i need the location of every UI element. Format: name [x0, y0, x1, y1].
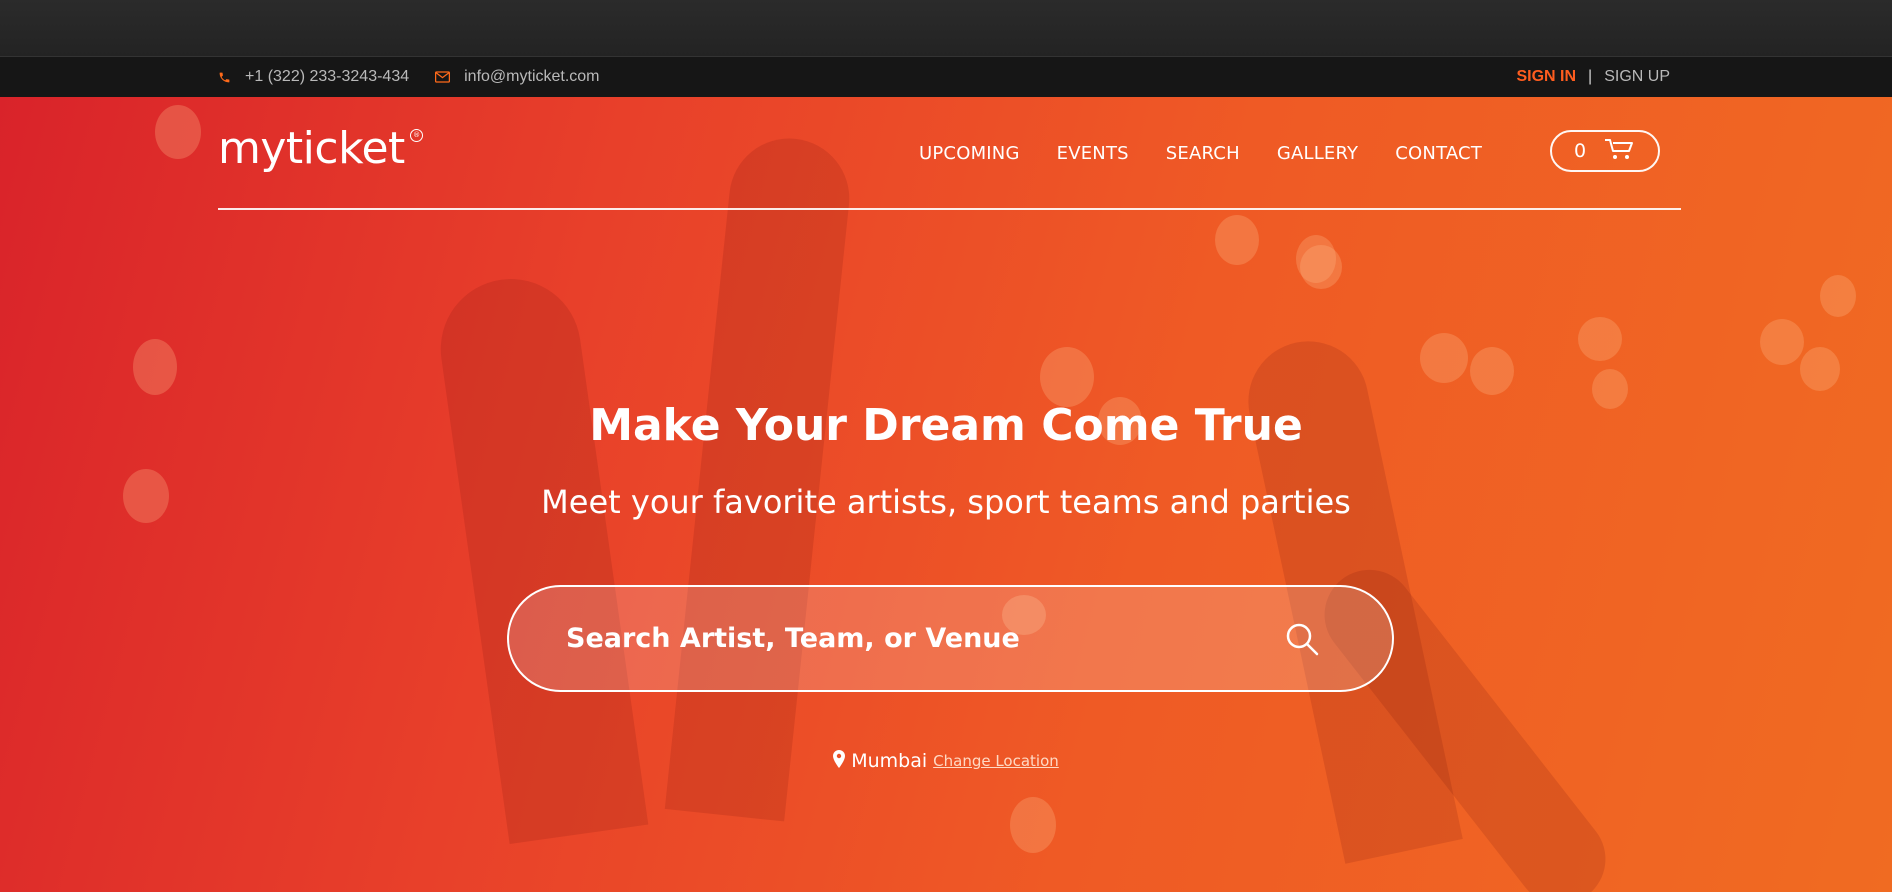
phone-number: +1 (322) 233-3243-434 — [245, 68, 410, 85]
top-contact-bar: +1 (322) 233-3243-434 info@myticket.com … — [0, 56, 1892, 97]
nav-gallery[interactable]: GALLERY — [1277, 143, 1358, 164]
crowd-silhouette — [664, 132, 856, 822]
hero-section: myticket ® UPCOMING EVENTS SEARCH GALLER… — [0, 97, 1892, 892]
hero-headline: Make Your Dream Come True — [589, 400, 1303, 451]
search-bar — [507, 585, 1394, 692]
sign-up-link[interactable]: SIGN UP — [1604, 68, 1670, 86]
current-city: Mumbai — [851, 750, 928, 772]
bokeh-light — [1040, 347, 1094, 407]
logo-text: myticket — [218, 123, 405, 174]
cart-button[interactable]: 0 — [1550, 130, 1660, 172]
auth-links: SIGN IN | SIGN UP — [1516, 57, 1670, 97]
email-contact[interactable]: info@myticket.com — [435, 68, 600, 86]
phone-contact[interactable]: +1 (322) 233-3243-434 — [218, 68, 409, 86]
nav-search[interactable]: SEARCH — [1166, 143, 1240, 164]
bokeh-light — [1215, 215, 1259, 265]
change-location-link[interactable]: Change Location — [933, 752, 1059, 770]
bokeh-light — [1010, 797, 1056, 853]
map-pin-icon — [833, 750, 846, 772]
bokeh-light — [1760, 319, 1804, 365]
email-address: info@myticket.com — [464, 68, 600, 85]
sign-in-link[interactable]: SIGN IN — [1516, 68, 1576, 86]
auth-separator: | — [1588, 68, 1593, 85]
cart-icon — [1604, 137, 1636, 166]
site-logo[interactable]: myticket ® — [218, 123, 423, 174]
location-row: Mumbai Change Location — [0, 750, 1892, 772]
main-header: myticket ® UPCOMING EVENTS SEARCH GALLER… — [218, 97, 1681, 210]
browser-chrome-strip — [0, 0, 1892, 56]
bokeh-light — [1578, 317, 1622, 361]
cart-count: 0 — [1573, 140, 1587, 162]
main-nav: UPCOMING EVENTS SEARCH GALLERY CONTACT — [919, 143, 1519, 164]
hero-subline: Meet your favorite artists, sport teams … — [541, 483, 1351, 521]
phone-icon — [218, 71, 231, 84]
bokeh-light — [1296, 235, 1336, 283]
search-input[interactable] — [564, 622, 1284, 655]
registered-mark: ® — [409, 129, 423, 142]
contact-info: +1 (322) 233-3243-434 info@myticket.com — [218, 57, 626, 97]
envelope-icon — [435, 71, 451, 83]
bokeh-light — [1420, 333, 1468, 383]
bokeh-light — [1470, 347, 1514, 395]
bokeh-light — [1820, 275, 1856, 317]
bokeh-light — [155, 105, 201, 159]
search-icon[interactable] — [1284, 621, 1320, 657]
nav-upcoming[interactable]: UPCOMING — [919, 143, 1020, 164]
nav-events[interactable]: EVENTS — [1057, 143, 1129, 164]
bokeh-light — [133, 339, 177, 395]
bokeh-light — [1800, 347, 1840, 391]
nav-contact[interactable]: CONTACT — [1395, 143, 1482, 164]
